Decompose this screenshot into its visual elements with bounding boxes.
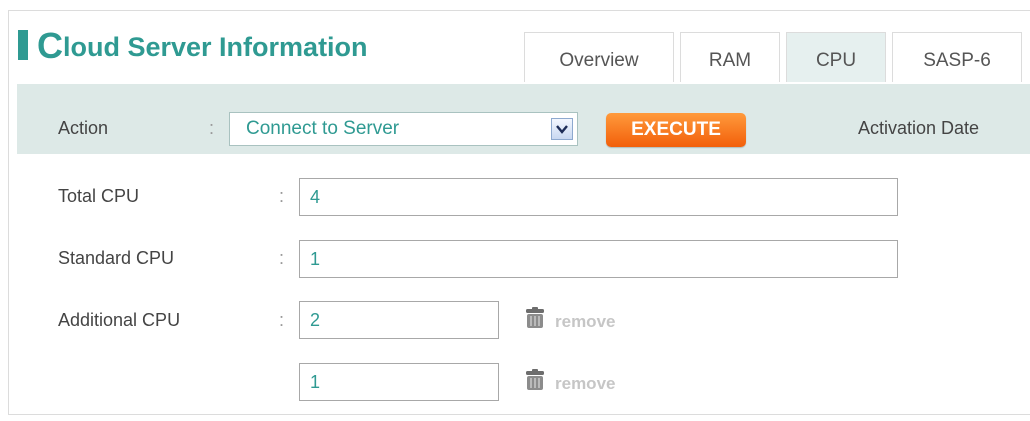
- additional-cpu-field-2[interactable]: 1: [299, 363, 499, 401]
- page-title: C loud Server Information: [18, 26, 368, 66]
- standard-cpu-label: Standard CPU: [58, 248, 175, 268]
- total-cpu-field[interactable]: 4: [299, 178, 898, 216]
- action-select-value: Connect to Server: [246, 118, 400, 139]
- trash-icon[interactable]: [524, 369, 546, 391]
- additional-cpu-colon: :: [279, 310, 285, 330]
- tab-ram[interactable]: RAM: [680, 32, 780, 82]
- total-cpu-label: Total CPU: [58, 186, 140, 206]
- additional-cpu-field-1[interactable]: 2: [299, 301, 499, 339]
- standard-cpu-field[interactable]: 1: [299, 240, 898, 278]
- action-colon: :: [209, 118, 215, 138]
- title-accent-bar: [18, 30, 28, 60]
- action-select[interactable]: Connect to Server: [229, 112, 578, 146]
- total-cpu-colon: :: [279, 186, 285, 206]
- page-title-text: loud Server Information: [63, 32, 368, 62]
- remove-link-1[interactable]: remove: [555, 312, 615, 332]
- trash-icon[interactable]: [524, 307, 546, 329]
- activation-date-label: Activation Date: [858, 118, 980, 138]
- standard-cpu-colon: :: [279, 248, 285, 268]
- action-label: Action: [58, 118, 109, 138]
- tab-bar: Overview RAM CPU SASP-6: [524, 32, 1028, 84]
- chevron-down-icon[interactable]: [551, 118, 573, 140]
- remove-link-2[interactable]: remove: [555, 374, 615, 394]
- tab-sasp-6[interactable]: SASP-6: [892, 32, 1022, 82]
- page-title-initial: C: [37, 25, 63, 66]
- additional-cpu-label: Additional CPU: [58, 310, 181, 330]
- panel-bottom-divider: [8, 414, 1030, 415]
- tab-cpu[interactable]: CPU: [786, 32, 886, 82]
- execute-button[interactable]: EXECUTE: [606, 113, 746, 147]
- tab-overview[interactable]: Overview: [524, 32, 674, 82]
